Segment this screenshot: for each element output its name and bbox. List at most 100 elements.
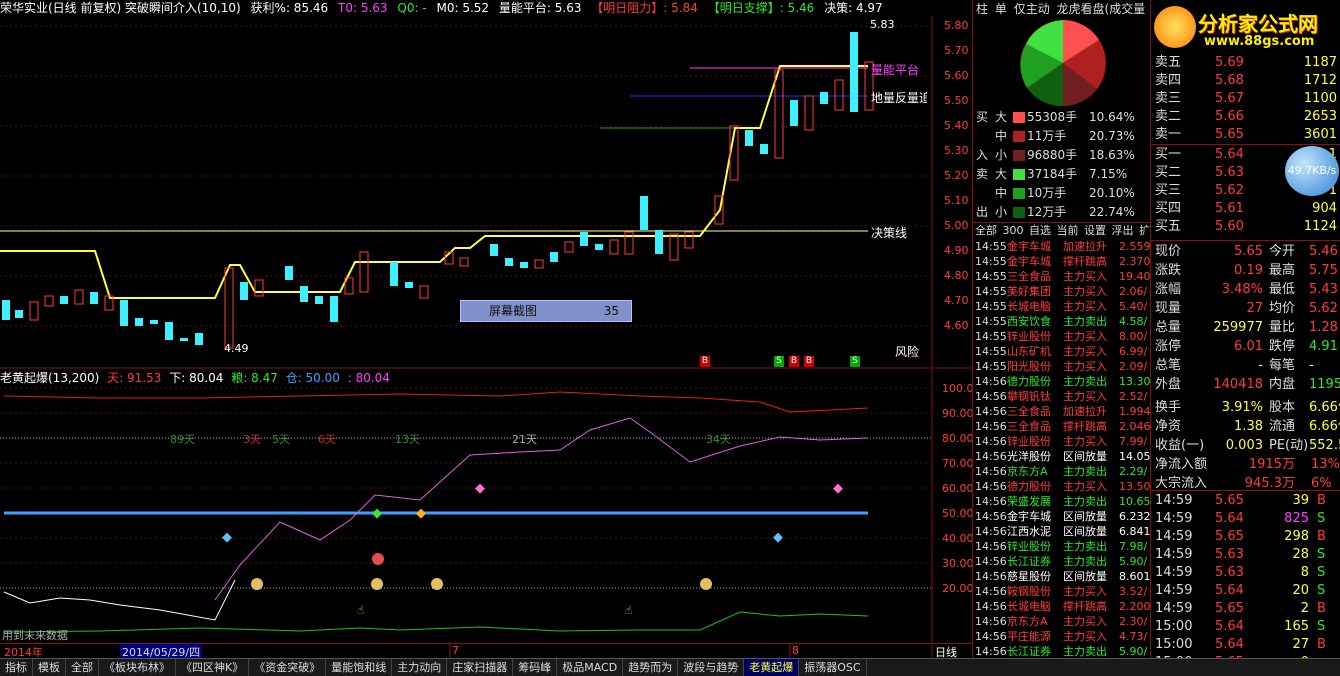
tab-settings[interactable]: 设置 <box>1084 224 1106 237</box>
tab-expand[interactable]: 扩 <box>1139 224 1150 237</box>
diamond-icon: ◆ <box>833 481 843 496</box>
radar-stock: 三全食品 <box>1007 270 1051 283</box>
radar-item[interactable]: 14:56 荣盛发展 主力卖出 10.65 <box>973 494 1151 509</box>
radar-time: 14:56 <box>975 540 1007 553</box>
indicator-tick: 30.00 <box>942 557 974 570</box>
radar-item[interactable]: 14:56 德力股份 主力卖出 13.30 <box>973 374 1151 389</box>
tab-dragon-tiger[interactable]: 龙虎看盘(成交量 <box>1057 2 1146 16</box>
toolbar-tab[interactable]: 《四区神K》 <box>176 659 250 676</box>
trade-price: 5.64 <box>1215 637 1244 652</box>
radar-item[interactable]: 14:56 三全食品 加速拉升 1.994 <box>973 404 1151 419</box>
radar-item[interactable]: 14:56 金宇车城 区间放量 6.232 <box>973 509 1151 524</box>
radar-item[interactable]: 14:55 锌业股份 主力买入 8.00/ <box>973 329 1151 344</box>
tab-active-only[interactable]: 仅主动 <box>1014 2 1050 16</box>
quote-label: 流通 <box>1269 419 1296 434</box>
radar-value: 2.09/ <box>1119 360 1148 373</box>
ask-label: 卖四 <box>1155 73 1182 88</box>
tab-watchlist[interactable]: 自选 <box>1029 224 1051 237</box>
toolbar-tab[interactable]: 老黄起爆 <box>744 659 800 676</box>
tab-float[interactable]: 浮出 <box>1112 224 1134 237</box>
tab-current[interactable]: 当前 <box>1057 224 1079 237</box>
radar-item[interactable]: 14:55 长城电脑 主力买入 5.40/ <box>973 299 1151 314</box>
screenshot-tooltip[interactable]: 屏幕截图 35 <box>460 300 632 322</box>
ask-price: 5.66 <box>1215 109 1244 124</box>
toolbar-tab[interactable]: 模板 <box>33 659 66 676</box>
ask-row[interactable]: 卖二 5.66 2653 <box>1151 108 1340 126</box>
bid-row[interactable]: 买四 5.61 904 <box>1151 200 1340 218</box>
ask-row[interactable]: 卖一 5.65 3601 <box>1151 126 1340 144</box>
radar-type: 主力卖出 <box>1063 315 1107 328</box>
toolbar-tab[interactable]: 主力动向 <box>392 659 448 676</box>
quote-value: 140418 <box>1213 377 1263 392</box>
ask-row[interactable]: 卖四 5.68 1712 <box>1151 72 1340 90</box>
logo-url: www.88gs.com <box>1204 34 1315 49</box>
quote-row: 现价 5.65 今开 5.46 <box>1151 242 1340 261</box>
toolbar-tab[interactable]: 庄家扫描器 <box>447 659 514 676</box>
radar-item[interactable]: 14:56 平庄能源 主力买入 4.73/ <box>973 629 1151 644</box>
radar-item[interactable]: 14:56 三全食品 撑杆跳高 2.046 <box>973 419 1151 434</box>
radar-item[interactable]: 14:55 金宇车城 加速拉升 2.559 <box>973 239 1151 254</box>
toolbar-tab[interactable]: 振荡器OSC <box>799 659 867 676</box>
radar-item[interactable]: 14:55 金宇车城 撑杆跳高 2.370 <box>973 254 1151 269</box>
trade-volume: 8 <box>1300 565 1309 580</box>
quote-row: 换手 3.91% 股本 6.66亿 <box>1151 398 1340 417</box>
tab-bar[interactable]: 柱 <box>976 2 988 16</box>
radar-item[interactable]: 14:55 山东矿机 主力买入 6.99/ <box>973 344 1151 359</box>
radar-item[interactable]: 14:56 慈星股份 区间放量 8.601 <box>973 569 1151 584</box>
toolbar-tab[interactable]: 极品MACD <box>557 659 624 676</box>
toolbar-tab[interactable]: 量能饱和线 <box>326 659 393 676</box>
ask-row[interactable]: 卖三 5.67 1100 <box>1151 90 1340 108</box>
radar-item[interactable]: 14:56 德力股份 主力买入 13.50 <box>973 479 1151 494</box>
radar-time: 14:56 <box>975 390 1007 403</box>
flow-pie-chart <box>1020 20 1106 107</box>
flower-logo-icon <box>1154 6 1196 48</box>
low-label: 4.49 <box>224 342 249 355</box>
radar-item[interactable]: 14:56 京东方A 主力卖出 2.29/ <box>973 464 1151 479</box>
day-label: 6天 <box>318 433 336 446</box>
money-bag-icon <box>700 578 712 590</box>
toolbar-tab[interactable]: 趋势而为 <box>623 659 679 676</box>
radar-item[interactable]: 14:55 西安饮食 主力卖出 4.58/ <box>973 314 1151 329</box>
radar-item[interactable]: 14:55 阳光股份 主力买入 2.09/ <box>973 359 1151 374</box>
radar-stock: 德力股份 <box>1007 480 1051 493</box>
tab-all[interactable]: 全部 <box>975 224 997 237</box>
quote-value: 5.75 <box>1309 263 1338 278</box>
toolbar-tab[interactable]: 《板块布林》 <box>99 659 176 676</box>
radar-item[interactable]: 14:56 长江证券 主力卖出 5.90/ <box>973 554 1151 569</box>
radar-item[interactable]: 14:55 三全食品 主力买入 19.40 <box>973 269 1151 284</box>
toolbar-tab[interactable]: 《资金突破》 <box>249 659 327 676</box>
radar-item[interactable]: 14:56 攀钢钒钛 主力买入 2.52/ <box>973 389 1151 404</box>
trade-side: S <box>1317 511 1326 526</box>
bid-row[interactable]: 买五 5.60 1124 <box>1151 218 1340 236</box>
radar-time: 14:55 <box>975 270 1007 283</box>
toolbar-tab[interactable]: 全部 <box>66 659 99 676</box>
tab-single[interactable]: 单 <box>995 2 1007 16</box>
bid-label: 买四 <box>1155 201 1182 216</box>
radar-item[interactable]: 14:56 锌业股份 主力卖出 7.98/ <box>973 539 1151 554</box>
radar-item[interactable]: 14:56 京东方A 主力买入 2.30/ <box>973 614 1151 629</box>
toolbar-tab[interactable]: 筹码峰 <box>513 659 558 676</box>
toolbar-tab[interactable]: 指标 <box>0 659 33 676</box>
radar-item[interactable]: 14:56 长城电脑 撑杆跳高 2.200 <box>973 599 1151 614</box>
radar-time: 14:56 <box>975 375 1007 388</box>
decision-line-label: 决策线 <box>871 226 908 240</box>
radar-item[interactable]: 14:56 江西水泥 区间放量 6.841 <box>973 524 1151 539</box>
radar-item[interactable]: 14:56 长江证券 主力卖出 5.90/ <box>973 644 1151 659</box>
trade-price: 5.64 <box>1215 583 1244 598</box>
toolbar-tab[interactable]: 波段与趋势 <box>678 659 745 676</box>
kline-chart-area[interactable]: 荣华实业(日线 前复权) 突破瞬间介入(10,10) 获利%: 85.46 T0… <box>0 0 981 660</box>
tab-300[interactable]: 300 <box>1003 224 1024 237</box>
quote-value: 0.19 <box>1234 263 1263 278</box>
quote-row: 收益(一) 0.003 PE(动) 552.5 <box>1151 436 1340 455</box>
quote-value: 6.66亿 <box>1309 419 1340 434</box>
radar-item[interactable]: 14:55 美好集团 主力买入 2.06/ <box>973 284 1151 299</box>
hand-pointer-icon: ☝ <box>625 603 633 617</box>
radar-stock: 锌业股份 <box>1007 330 1051 343</box>
radar-item[interactable]: 14:56 鞍钢股份 主力买入 3.52/ <box>973 584 1151 599</box>
trade-row: 14:59 5.65 2 B <box>1151 600 1340 618</box>
radar-item[interactable]: 14:56 锌业股份 主力买入 7.99/ <box>973 434 1151 449</box>
radar-item[interactable]: 14:56 光洋股份 区间放量 14.05( <box>973 449 1151 464</box>
quote-row: 外盘 140418 内盘 119559 <box>1151 375 1340 394</box>
quote-label: 涨停 <box>1155 339 1182 354</box>
radar-value: 2.200 <box>1119 600 1151 613</box>
